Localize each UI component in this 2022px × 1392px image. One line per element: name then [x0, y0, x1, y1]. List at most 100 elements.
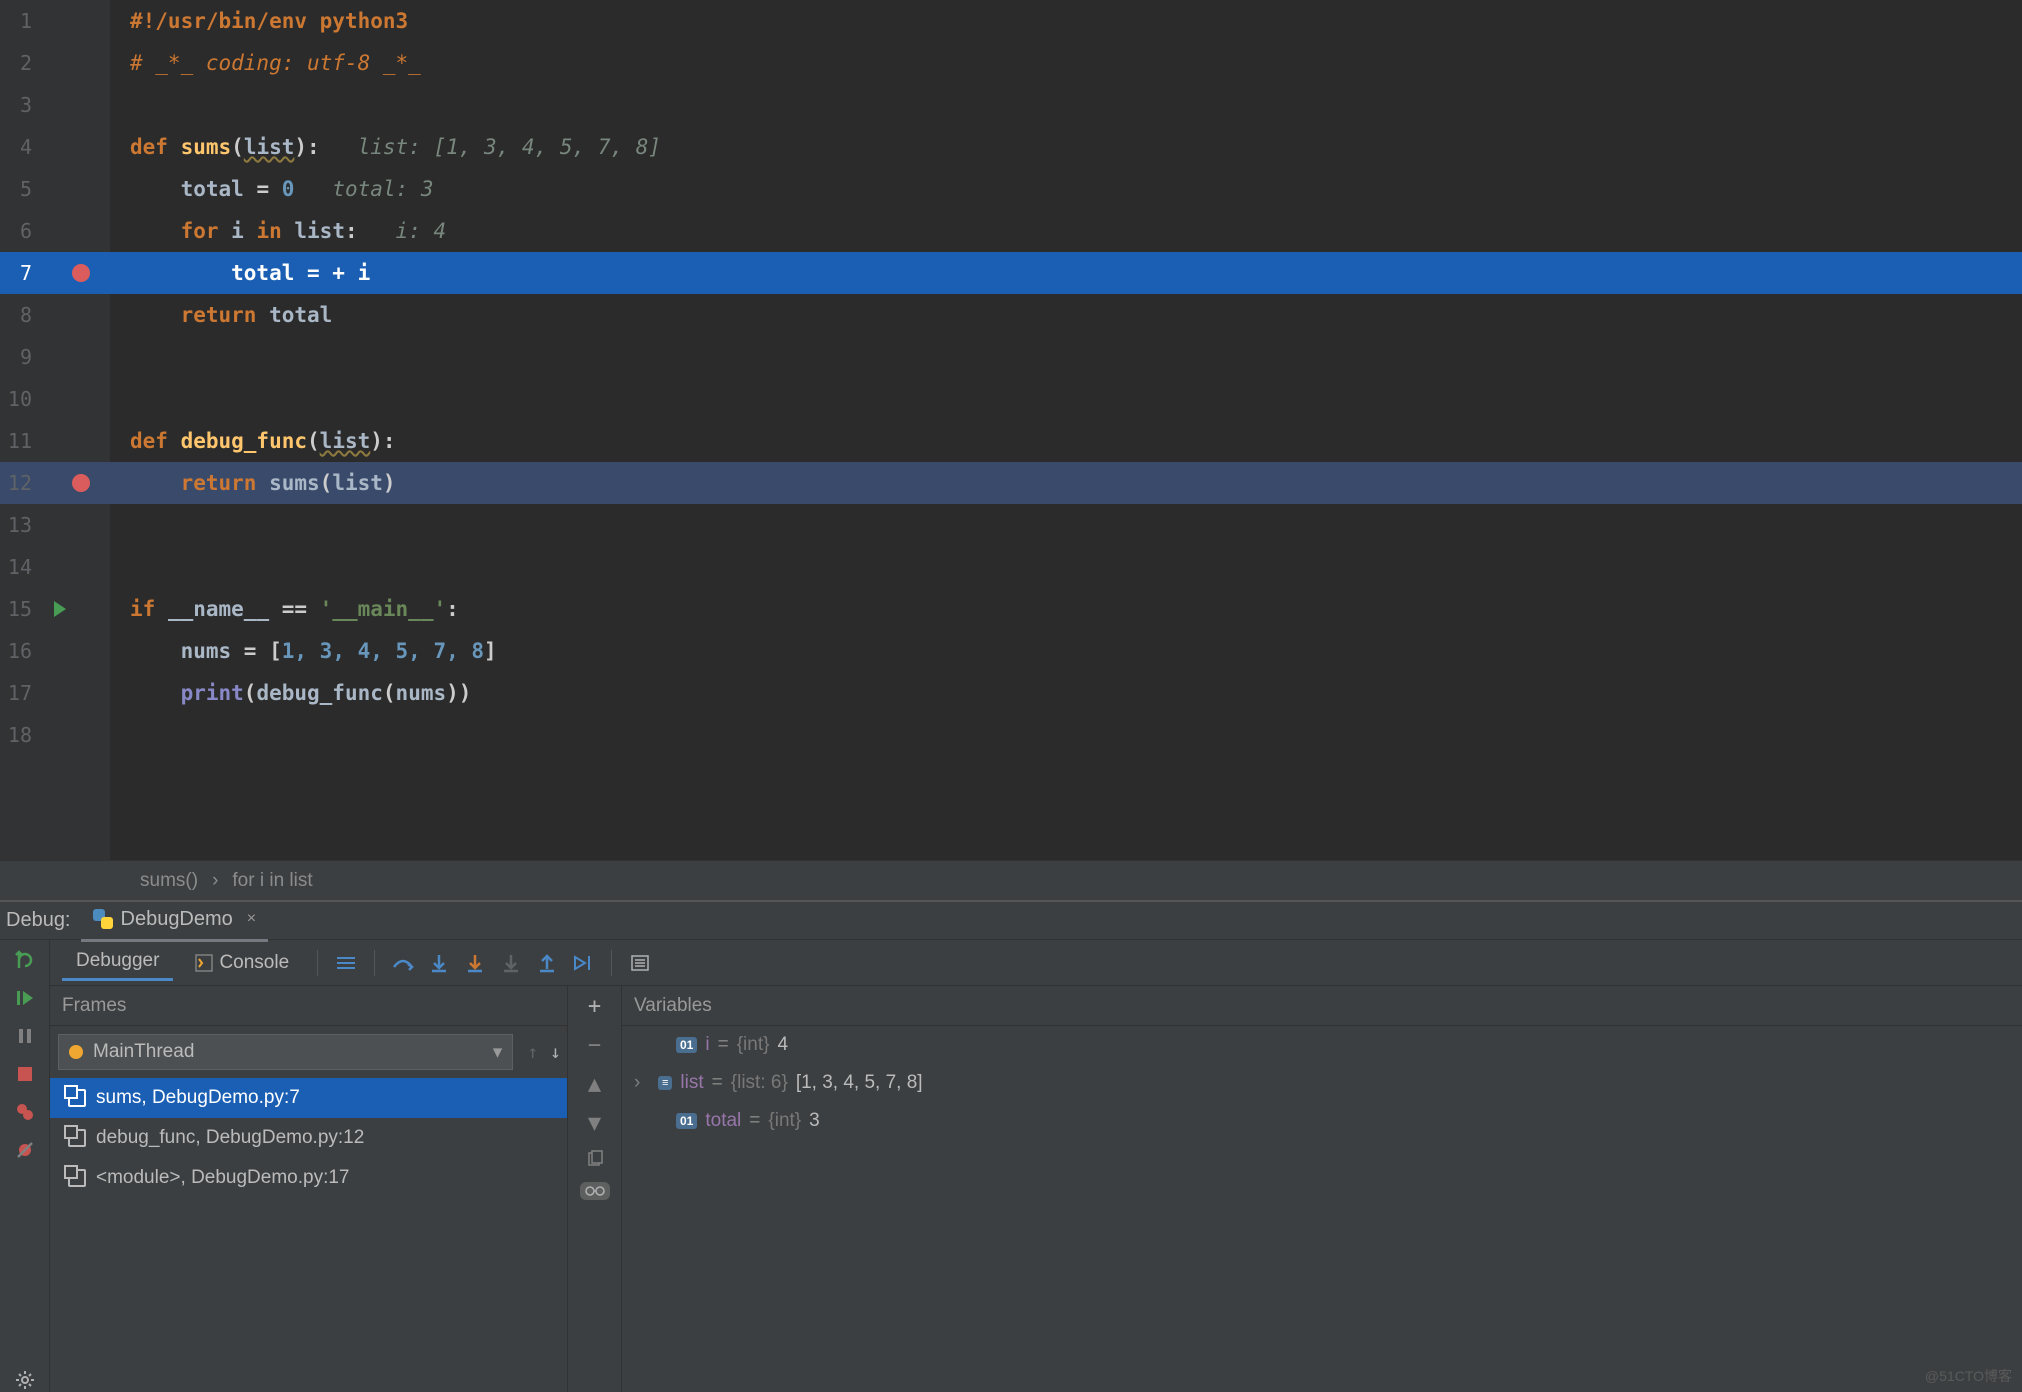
gutter-row[interactable]: 17: [0, 672, 110, 714]
gutter-row[interactable]: 13: [0, 504, 110, 546]
thread-name: MainThread: [93, 1041, 194, 1063]
breadcrumb: sums() › for i in list: [0, 860, 2022, 900]
variables-pane: Variables 01 i = {int} 4 › ≡ list =: [622, 986, 2022, 1392]
show-execution-point-icon[interactable]: [332, 949, 360, 977]
thread-selector[interactable]: MainThread ▾: [58, 1034, 513, 1070]
line-number: 2: [0, 51, 40, 75]
frame-icon: [68, 1169, 86, 1187]
gutter-row[interactable]: 10: [0, 378, 110, 420]
inlay-hint: list: [1, 3, 4, 5, 7, 8]: [320, 135, 661, 159]
step-into-icon[interactable]: [425, 949, 453, 977]
debug-title: Debug:: [2, 909, 71, 932]
editor: 1 2 3 4 5 6 7 8 9 10 11 12 13 14 15 16 1…: [0, 0, 2022, 860]
debug-top-toolbar: Debugger Console: [50, 940, 2022, 986]
stop-icon[interactable]: [13, 1062, 37, 1086]
view-breakpoints-icon[interactable]: [13, 1100, 37, 1124]
breakpoint-icon[interactable]: [72, 264, 90, 282]
debug-config-tab[interactable]: DebugDemo ×: [81, 900, 269, 942]
line-number: 16: [0, 639, 40, 663]
debug-panel: Debug: DebugDemo × Debugger Console: [0, 900, 2022, 1392]
gutter: 1 2 3 4 5 6 7 8 9 10 11 12 13 14 15 16 1…: [0, 0, 110, 860]
evaluate-expression-icon[interactable]: [626, 949, 654, 977]
variable-row[interactable]: › ≡ list = {list: 6} [1, 3, 4, 5, 7, 8]: [622, 1064, 2022, 1102]
gutter-row[interactable]: 15: [0, 588, 110, 630]
chevron-down-icon: ▾: [493, 1041, 503, 1064]
frame-item[interactable]: sums, DebugDemo.py:7: [50, 1078, 567, 1118]
watermark: @51CTO博客: [1925, 1366, 2012, 1386]
gutter-row[interactable]: 1: [0, 0, 110, 42]
var-type-icon: 01: [676, 1037, 697, 1053]
gutter-row[interactable]: 8: [0, 294, 110, 336]
frame-item[interactable]: debug_func, DebugDemo.py:12: [50, 1118, 567, 1158]
gutter-row[interactable]: 6: [0, 210, 110, 252]
gutter-row[interactable]: 18: [0, 714, 110, 756]
gutter-row[interactable]: 3: [0, 84, 110, 126]
line-number: 11: [0, 429, 40, 453]
console-icon: [195, 954, 213, 972]
rerun-icon[interactable]: [13, 948, 37, 972]
line-number: 13: [0, 513, 40, 537]
run-gutter-icon[interactable]: [54, 601, 66, 617]
variable-row[interactable]: 01 total = {int} 3: [622, 1102, 2022, 1140]
step-out-icon[interactable]: [533, 949, 561, 977]
variables-toolbar: + − ▲ ▼: [568, 986, 622, 1392]
copy-icon[interactable]: [586, 1150, 604, 1168]
gutter-row[interactable]: 14: [0, 546, 110, 588]
line-number: 3: [0, 93, 40, 117]
gutter-row[interactable]: 4: [0, 126, 110, 168]
breakpoint-icon[interactable]: [72, 474, 90, 492]
expand-icon[interactable]: ›: [634, 1072, 650, 1094]
gutter-row[interactable]: 12: [0, 462, 110, 504]
watches-icon[interactable]: [580, 1182, 610, 1200]
breadcrumb-item[interactable]: for i in list: [232, 870, 312, 892]
thread-status-icon: [69, 1045, 83, 1059]
step-over-icon[interactable]: [389, 949, 417, 977]
debugger-tab[interactable]: Debugger: [62, 944, 173, 981]
code-area[interactable]: #!/usr/bin/env python3 # _*_ coding: utf…: [110, 0, 2022, 860]
frame-item[interactable]: <module>, DebugDemo.py:17: [50, 1158, 567, 1198]
frames-pane: Frames MainThread ▾ ↑ ↓ sums, DebugDemo.…: [50, 986, 568, 1392]
down-icon[interactable]: ▼: [588, 1111, 601, 1136]
variable-row[interactable]: 01 i = {int} 4: [622, 1026, 2022, 1064]
add-watch-icon[interactable]: +: [588, 994, 601, 1019]
close-icon[interactable]: ×: [247, 910, 256, 928]
frame-icon: [68, 1089, 86, 1107]
line-number: 12: [0, 471, 40, 495]
code-text: #!/usr/bin/env python3: [130, 9, 408, 33]
next-frame-icon[interactable]: ↓: [544, 1042, 567, 1063]
line-number: 14: [0, 555, 40, 579]
gutter-row[interactable]: 2: [0, 42, 110, 84]
gutter-row[interactable]: 16: [0, 630, 110, 672]
run-to-cursor-icon[interactable]: [569, 949, 597, 977]
gutter-row[interactable]: 9: [0, 336, 110, 378]
breadcrumb-item[interactable]: sums(): [140, 870, 198, 892]
gutter-row[interactable]: 5: [0, 168, 110, 210]
python-icon: [93, 909, 113, 929]
frame-icon: [68, 1129, 86, 1147]
resume-icon[interactable]: [13, 986, 37, 1010]
line-number: 10: [0, 387, 40, 411]
breadcrumb-separator: ›: [212, 870, 218, 892]
line-number: 6: [0, 219, 40, 243]
up-icon[interactable]: ▲: [588, 1072, 601, 1097]
remove-watch-icon[interactable]: −: [588, 1033, 601, 1058]
execution-line: total = + i: [110, 252, 2022, 294]
step-into-my-code-icon[interactable]: [461, 949, 489, 977]
gutter-row[interactable]: 11: [0, 420, 110, 462]
force-step-into-icon[interactable]: [497, 949, 525, 977]
line-number: 8: [0, 303, 40, 327]
pause-icon[interactable]: [13, 1024, 37, 1048]
debug-header: Debug: DebugDemo ×: [0, 900, 2022, 940]
mute-breakpoints-icon[interactable]: [13, 1138, 37, 1162]
gutter-row[interactable]: 7: [0, 252, 110, 294]
inlay-hint: total: 3: [294, 177, 433, 201]
debug-side-toolbar: [0, 940, 50, 1392]
code-text: # _*_ coding: utf-8 _*_: [130, 51, 421, 75]
settings-icon[interactable]: [13, 1368, 37, 1392]
inlay-hint: i: 4: [358, 219, 447, 243]
var-type-icon: ≡: [658, 1076, 672, 1090]
variables-header: Variables: [622, 986, 2022, 1026]
line-number: 7: [0, 261, 40, 285]
prev-frame-icon[interactable]: ↑: [521, 1042, 544, 1063]
console-tab[interactable]: Console: [181, 946, 303, 980]
